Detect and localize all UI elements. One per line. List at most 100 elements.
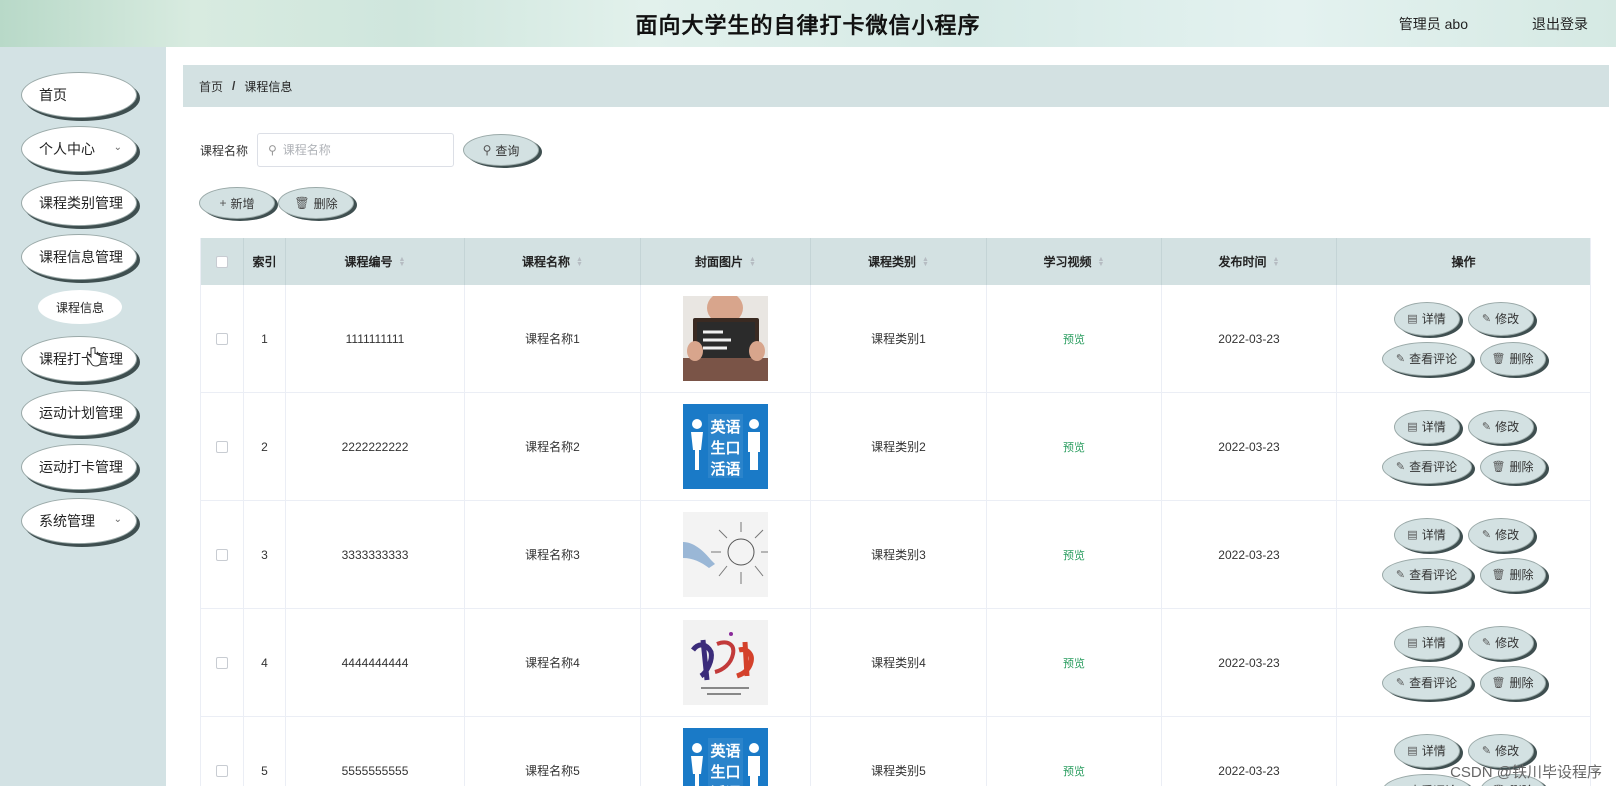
sort-icon[interactable]: ▲ ▼ [399, 256, 406, 268]
video-cell: 预览 [987, 285, 1162, 392]
row-checkbox[interactable] [216, 548, 228, 561]
image-cell [641, 609, 811, 716]
row-select-cell [201, 285, 244, 392]
delete-button[interactable]: 🗑删除 [1479, 449, 1546, 484]
sort-icon[interactable]: ▲ ▼ [1273, 256, 1280, 268]
sidebar-item-exercise-plan[interactable]: 运动计划管理 [21, 390, 137, 436]
delete-button[interactable]: 🗑删除 [1479, 557, 1546, 592]
category-cell: 课程类别4 [811, 609, 987, 716]
pencil-icon: ✎ [1395, 461, 1406, 473]
search-icon: ⚲ [482, 143, 492, 157]
trash-icon: 🗑 [1491, 677, 1506, 689]
logout-link[interactable]: 退出登录 [1532, 14, 1588, 34]
view-comments-button[interactable]: ✎查看评论 [1381, 341, 1472, 376]
delete-button[interactable]: 🗑删除 [1479, 341, 1546, 376]
pencil-icon: ✎ [1395, 677, 1406, 689]
category-cell: 课程类别2 [811, 393, 987, 500]
sort-icon[interactable]: ▲ ▼ [576, 256, 583, 268]
detail-button[interactable]: ▤ 详情 [1393, 301, 1460, 336]
row-checkbox[interactable] [216, 656, 228, 669]
sort-icon[interactable]: ▲ ▼ [1098, 256, 1105, 268]
column-header-video[interactable]: 学习视频 ▲ ▼ [987, 238, 1162, 285]
video-preview-link[interactable]: 预览 [1063, 439, 1085, 455]
video-preview-link[interactable]: 预览 [1063, 763, 1085, 779]
delete-label: 删除 [1509, 676, 1534, 690]
sidebar-item-course-category[interactable]: 课程类别管理 [21, 180, 137, 226]
select-all-cell [201, 238, 244, 285]
search-input[interactable] [282, 143, 433, 157]
column-label: 课程类别 [868, 255, 917, 269]
detail-button[interactable]: ▤ 详情 [1393, 409, 1460, 444]
name-cell: 课程名称1 [465, 285, 641, 392]
select-all-checkbox[interactable] [216, 255, 228, 268]
sidebar-item-exercise-checkin[interactable]: 运动打卡管理 [21, 444, 137, 490]
view-comments-button[interactable]: ✎查看评论 [1381, 449, 1472, 484]
add-button-label: 新增 [230, 196, 255, 211]
search-button[interactable]: ⚲ 查询 [463, 134, 539, 166]
code-cell: 5555555555 [286, 717, 465, 786]
table-row: 3 3333333333 课程名称3 课程类别3 预览 2022-03-23 ▤… [201, 501, 1590, 609]
pencil-icon: ✎ [1481, 313, 1492, 325]
sidebar-item-course-info[interactable]: 课程信息管理 [21, 234, 137, 280]
comments-label: 查看评论 [1409, 782, 1457, 786]
sidebar-item-course-checkin[interactable]: 课程打卡管理 [21, 336, 137, 382]
column-header-date[interactable]: 发布时间 ▲ ▼ [1162, 238, 1337, 285]
row-checkbox[interactable] [216, 332, 228, 345]
row-select-cell [201, 393, 244, 500]
video-preview-link[interactable]: 预览 [1063, 547, 1085, 563]
sort-icon[interactable]: ▲ ▼ [922, 256, 929, 268]
pencil-icon: ✎ [1395, 353, 1406, 365]
do-you-speak-english-sign-image [683, 296, 768, 381]
delete-label: 删除 [1509, 352, 1534, 366]
row-checkbox[interactable] [216, 440, 228, 453]
video-preview-link[interactable]: 预览 [1063, 331, 1085, 347]
table-row: 2 2222222222 课程名称2 英语 生口 活语 课程类别2 预览 202… [201, 393, 1590, 501]
poster-text: 生口 [710, 763, 740, 781]
document-icon: ▤ [1407, 745, 1418, 757]
comments-label: 查看评论 [1409, 568, 1458, 582]
detail-label: 详情 [1421, 420, 1446, 434]
sidebar-item-label: 个人中心 [39, 141, 95, 157]
column-header-image[interactable]: 封面图片 ▲ ▼ [641, 238, 811, 285]
column-header-name[interactable]: 课程名称 ▲ ▼ [465, 238, 641, 285]
sidebar-item-label: 首页 [39, 87, 67, 103]
sidebar-item-system[interactable]: 系统管理 ⌄ [21, 498, 137, 544]
search-field[interactable]: ⚲ [257, 133, 454, 167]
detail-button[interactable]: ▤ 详情 [1393, 625, 1460, 660]
edit-button[interactable]: ✎ 修改 [1467, 301, 1534, 336]
batch-delete-button[interactable]: 🗑 删除 [278, 187, 354, 219]
hand-cursor-icon [86, 347, 102, 367]
edit-button[interactable]: ✎ 修改 [1467, 625, 1534, 660]
row-checkbox[interactable] [216, 764, 228, 777]
sidebar-item-home[interactable]: 首页 [21, 72, 137, 118]
sort-icon[interactable]: ▲ ▼ [749, 256, 756, 268]
name-cell: 课程名称4 [465, 609, 641, 716]
view-comments-button[interactable]: ✎查看评论 [1381, 557, 1472, 592]
column-header-code[interactable]: 课程编号 ▲ ▼ [286, 238, 465, 285]
trash-icon: 🗑 [1491, 461, 1506, 473]
document-icon: ▤ [1407, 637, 1418, 649]
plus-icon: + [219, 196, 227, 210]
document-icon: ▤ [1407, 421, 1418, 433]
edit-button[interactable]: ✎ 修改 [1467, 517, 1534, 552]
column-header-category[interactable]: 课程类别 ▲ ▼ [811, 238, 987, 285]
breadcrumb-home[interactable]: 首页 [199, 78, 223, 95]
view-comments-button[interactable]: ✎查看评论 [1381, 665, 1472, 700]
poster-text: 英语 [710, 742, 740, 760]
category-cell: 课程类别1 [811, 285, 987, 392]
delete-button[interactable]: 🗑删除 [1479, 665, 1546, 700]
add-button[interactable]: + 新增 [199, 187, 275, 219]
edit-button[interactable]: ✎ 修改 [1467, 409, 1534, 444]
breadcrumb: 首页 / 课程信息 [183, 65, 1609, 107]
poster-text: 活语 [710, 460, 740, 478]
pencil-icon: ✎ [1481, 529, 1492, 541]
sidebar-item-label: 运动打卡管理 [39, 459, 123, 475]
image-cell: 英语 生口 活语 [641, 717, 811, 786]
actions-cell: ▤详情 ✎修改 ✎查看评论 🗑删除 [1337, 609, 1590, 716]
sidebar-subitem-course-info[interactable]: 课程信息 [38, 290, 122, 324]
document-icon: ▤ [1407, 529, 1418, 541]
detail-button[interactable]: ▤ 详情 [1393, 517, 1460, 552]
video-preview-link[interactable]: 预览 [1063, 655, 1085, 671]
sidebar-item-personal-center[interactable]: 个人中心 ⌄ [21, 126, 137, 172]
column-label: 学习视频 [1043, 255, 1092, 269]
